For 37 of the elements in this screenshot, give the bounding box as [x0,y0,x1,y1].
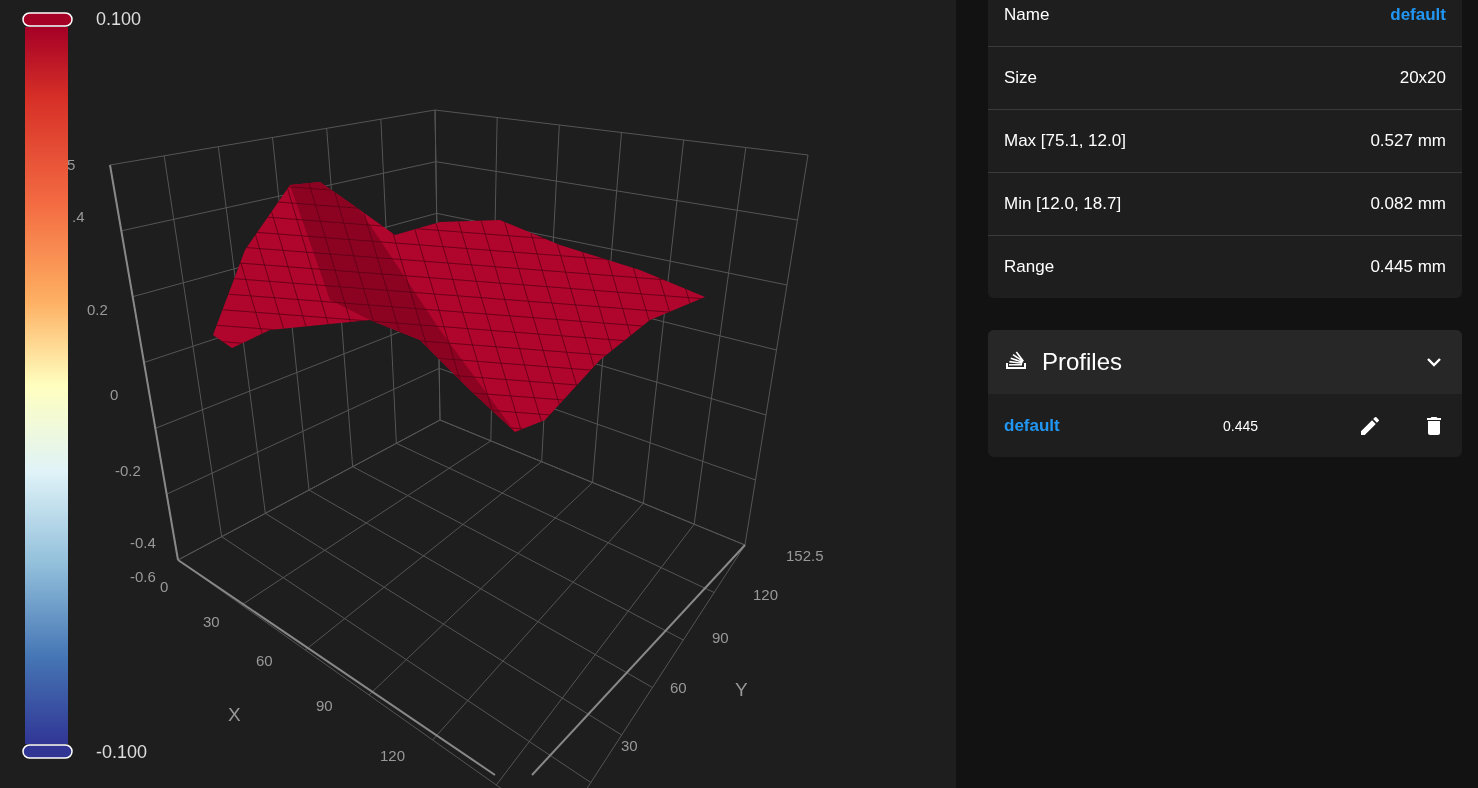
stat-label: Max [75.1, 12.0] [1004,131,1126,151]
panel-title: Profiles [1042,348,1124,376]
axis-title: Y [735,679,748,700]
profiles-header[interactable]: Profiles [988,330,1462,394]
stat-label: Range [1004,257,1055,277]
stat-value: 0.527 mm [1370,131,1446,151]
stat-value: 0.082 mm [1370,194,1446,214]
axis-tick-label: 0 [110,386,119,403]
axis-tick-label: 5 [67,156,76,173]
axis-tick-label: 30 [203,613,220,630]
axis-title: X [228,704,241,725]
profile-name-link[interactable]: default [1390,5,1446,25]
stat-label: Min [12.0, 18.7] [1004,194,1122,214]
stat-value: 0.445 mm [1370,257,1446,277]
profile-range: 0.445 [1222,417,1258,434]
stat-label: Name [1004,5,1050,25]
stat-label: Size [1004,68,1038,88]
axis-tick-label: 60 [256,652,273,669]
colorbar-min-label: -0.100 [96,742,148,762]
axis-tick-label: 90 [316,697,333,714]
axis-tick-label: 30 [621,737,638,754]
axis-tick-label: -0.4 [130,534,156,551]
axis-tick-label: 0.2 [87,301,108,318]
colorbar-handle[interactable] [22,12,73,27]
axis-tick-label: 152.5 [786,547,824,564]
axis-tick-label: .4 [72,208,85,225]
axis-tick-label: 120 [380,747,406,764]
axis-tick-label: -0.6 [130,568,156,585]
stat-value: 20x20 [1399,68,1446,88]
axis-tick-label: 0 [160,578,169,595]
axis-tick-label: 60 [670,679,687,696]
profile-link[interactable]: default [1004,415,1223,436]
axis-tick-label: 120 [753,586,779,603]
axis-tick-label: 90 [712,629,729,646]
colorbar-max-label: 0.100 [96,9,142,29]
axis-tick-label: -0.2 [115,462,141,479]
colorbar-handle[interactable] [22,744,73,759]
